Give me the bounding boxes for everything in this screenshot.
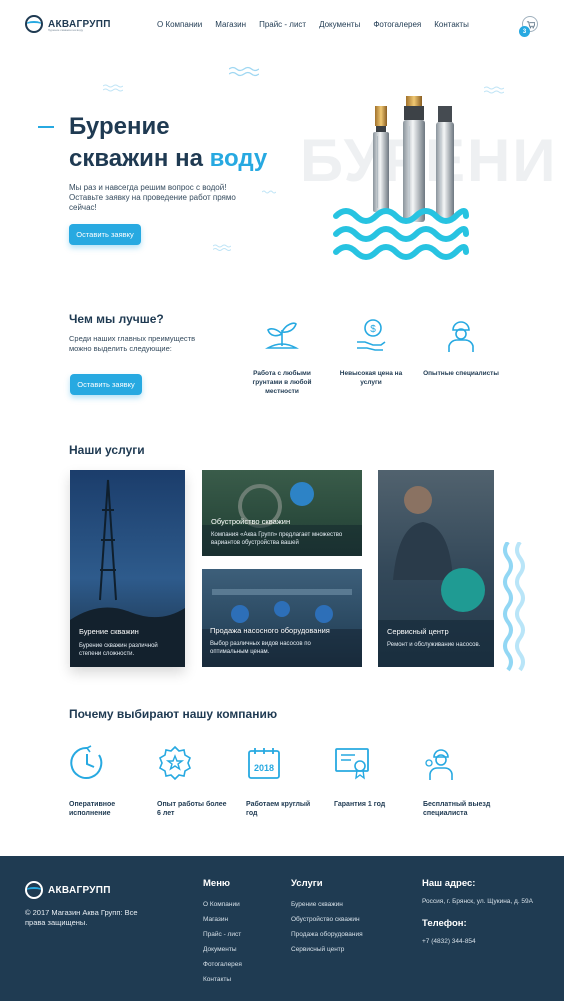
- footer-address-title: Наш адрес:: [422, 878, 476, 889]
- advantages-request-button[interactable]: Оставить заявку: [70, 374, 142, 395]
- footer-phone[interactable]: +7 (4832) 344-854: [422, 937, 537, 946]
- service-card-title: Обустройство скважин: [211, 517, 291, 526]
- advantage-label: Работа с любыми грунтами в любой местнос…: [252, 370, 312, 395]
- hero-description: Мы раз и навсегда решим вопрос с водой! …: [69, 183, 236, 212]
- why-item: Оперативное исполнение: [69, 745, 159, 818]
- service-card-title: Продажа насосного оборудования: [210, 626, 330, 635]
- service-card-title: Сервисный центр: [387, 627, 449, 636]
- hero-title-line1: Бурение: [69, 113, 170, 140]
- footer-service-item[interactable]: Бурение скважин: [291, 897, 363, 912]
- worker-icon: [448, 321, 474, 352]
- nav-item-contacts[interactable]: Контакты: [434, 20, 469, 29]
- footer-menu-item[interactable]: Магазин: [203, 912, 242, 927]
- service-card-description: Бурение скважин различной степени сложно…: [79, 643, 158, 657]
- wave-decoration-icon: [103, 84, 123, 92]
- money-hand-icon: $: [357, 319, 386, 351]
- clock-icon: [70, 745, 103, 779]
- footer-menu-title: Меню: [203, 878, 231, 889]
- wave-decoration-icon: [213, 244, 231, 251]
- footer-menu-item[interactable]: О Компании: [203, 897, 242, 912]
- logo[interactable]: АКВАГРУПП бурение скважин на воду: [25, 15, 111, 33]
- footer-menu: Меню О Компании Магазин Прайс - лист Док…: [203, 878, 242, 987]
- nav-item-gallery[interactable]: Фотогалерея: [373, 20, 421, 29]
- pumps-illustration: [333, 96, 469, 260]
- footer: АКВАГРУПП © 2017 Магазин Аква Групп: Все…: [0, 856, 564, 1001]
- footer-copyright: © 2017 Магазин Аква Групп: Все права защ…: [25, 908, 138, 927]
- calendar-icon: 2018: [248, 748, 280, 779]
- logo-wave-icon: [25, 881, 43, 899]
- certificate-icon: [335, 748, 369, 780]
- why-label: Бесплатный выезд специалиста: [423, 801, 491, 817]
- logo-subtitle: бурение скважин на воду: [48, 28, 84, 32]
- advantage-item: Опытные специалисты: [421, 316, 501, 378]
- footer-services: Услуги Бурение скважин Обустройство сква…: [291, 878, 363, 957]
- service-card-drilling[interactable]: Бурение скважин Бурение скважин различно…: [70, 470, 185, 667]
- services-title: Наши услуги: [69, 443, 145, 457]
- footer-service-item[interactable]: Обустройство скважин: [291, 912, 363, 927]
- why-item: Гарантия 1 год: [334, 745, 424, 809]
- service-card-arrangement[interactable]: Обустройство скважин Компания «Аква Груп…: [202, 470, 362, 556]
- footer-phone-title: Телефон:: [422, 918, 467, 929]
- technician-image: [378, 486, 494, 667]
- why-label: Опыт работы более 6 лет: [157, 801, 227, 817]
- wave-decoration-icon: [503, 542, 525, 672]
- footer-menu-item[interactable]: Фотогалерея: [203, 957, 242, 972]
- hero-accent-dash: [38, 126, 54, 128]
- specialist-icon: [425, 749, 453, 780]
- cart-count-badge: 3: [519, 26, 530, 37]
- service-card-description: Ремонт и обслуживание насосов.: [387, 642, 481, 648]
- main-nav: О Компании Магазин Прайс - лист Документ…: [157, 20, 482, 29]
- footer-logo[interactable]: АКВАГРУПП: [25, 881, 111, 899]
- nav-item-price[interactable]: Прайс - лист: [259, 20, 306, 29]
- nav-item-shop[interactable]: Магазин: [215, 20, 246, 29]
- logo-wave-icon: [25, 15, 43, 33]
- header: АКВАГРУПП бурение скважин на воду О Комп…: [0, 0, 564, 52]
- footer-services-title: Услуги: [291, 878, 323, 889]
- nav-item-documents[interactable]: Документы: [319, 20, 360, 29]
- hero-title: Бурение скважин на воду: [69, 111, 267, 175]
- drilling-rig-image: [70, 479, 185, 667]
- advantages-title: Чем мы лучше?: [69, 312, 164, 326]
- wave-decoration-icon: [262, 190, 276, 194]
- why-item: Бесплатный выезд специалиста: [423, 745, 513, 818]
- why-label: Работаем круглый год: [246, 801, 311, 817]
- nav-item-about[interactable]: О Компании: [157, 20, 202, 29]
- footer-menu-item[interactable]: Прайс - лист: [203, 927, 242, 942]
- advantage-item: $ Невысокая цена на услуги: [331, 316, 411, 387]
- wave-decoration-icon: [484, 86, 504, 94]
- sprout-icon: [264, 322, 300, 349]
- footer-service-item[interactable]: Продажа оборудования: [291, 927, 363, 942]
- footer-service-item[interactable]: Сервисный центр: [291, 942, 363, 957]
- advantage-label: Невысокая цена на услуги: [339, 370, 403, 386]
- footer-menu-item[interactable]: Контакты: [203, 972, 242, 987]
- advantage-item: Работа с любыми грунтами в любой местнос…: [242, 316, 322, 396]
- advantages-description: Среди наших главных преимуществ можно вы…: [69, 334, 196, 353]
- hero-title-line2: скважин на: [69, 145, 210, 172]
- why-item: Опыт работы более 6 лет: [157, 745, 247, 818]
- wave-decoration-icon: [229, 66, 259, 77]
- hero-title-accent: воду: [209, 145, 268, 172]
- service-card-service-center[interactable]: Сервисный центр Ремонт и обслуживание на…: [378, 470, 494, 667]
- why-label: Оперативное исполнение: [69, 801, 116, 817]
- service-card-description: Выбор различных видов насосов по оптимал…: [210, 641, 311, 655]
- why-item: 2018 Работаем круглый год: [246, 745, 336, 818]
- svg-text:$: $: [370, 324, 376, 335]
- footer-address: Россия, г. Брянск, ул. Щукина, д. 59А: [422, 898, 533, 905]
- footer-contacts: Наш адрес: Россия, г. Брянск, ул. Щукина…: [422, 878, 537, 946]
- calendar-year-text: 2018: [254, 763, 274, 773]
- service-card-pump-sales[interactable]: Продажа насосного оборудования Выбор раз…: [202, 569, 362, 667]
- hero-request-button[interactable]: Оставить заявку: [69, 224, 141, 245]
- star-badge-icon: [159, 745, 191, 781]
- service-card-description: Компания «Аква Групп» предлагает множест…: [211, 532, 343, 546]
- advantage-label: Опытные специалисты: [423, 370, 499, 377]
- service-card-title: Бурение скважин: [79, 627, 139, 636]
- footer-logo-text: АКВАГРУПП: [48, 884, 111, 896]
- footer-menu-item[interactable]: Документы: [203, 942, 242, 957]
- why-label: Гарантия 1 год: [334, 801, 386, 808]
- why-title: Почему выбирают нашу компанию: [69, 707, 278, 721]
